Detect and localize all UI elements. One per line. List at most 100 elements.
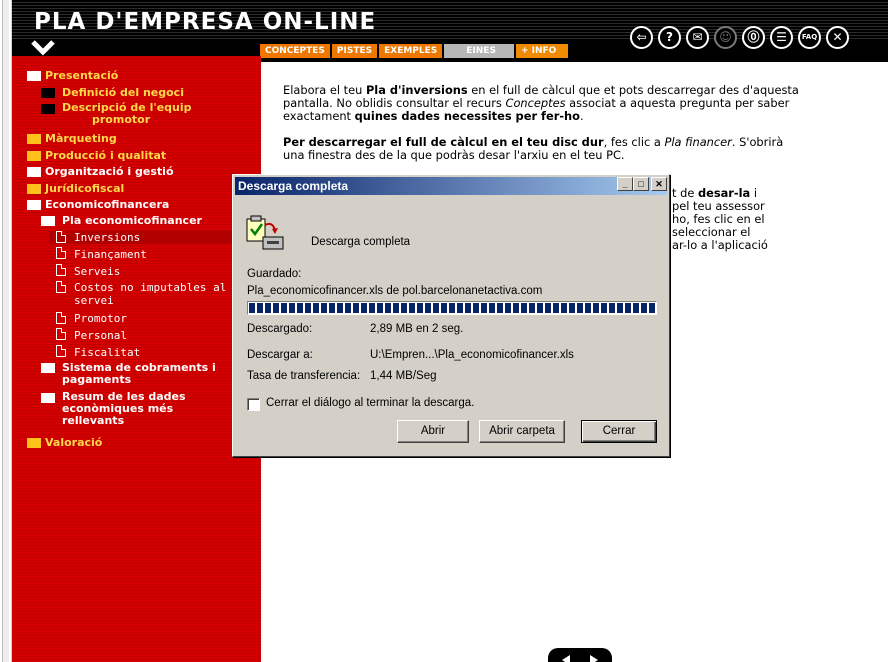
text-bold: Per descarregar el full de càlcul en el … [283, 135, 604, 149]
tab-conceptes[interactable]: CONCEPTES [260, 44, 330, 58]
header-icon-bar: ⇦ ? ✉ ☺ ⓪ ☰ FAQ ✕ [630, 26, 849, 49]
open-folder-button[interactable]: Abrir carpeta [479, 420, 565, 443]
link-conceptes[interactable]: Conceptes [506, 96, 566, 110]
folder-icon [27, 438, 41, 448]
text-bold: quines dades necessites per fer-ho [354, 109, 580, 123]
attach-icon[interactable]: ⓪ [742, 26, 765, 49]
folder-icon [27, 134, 41, 144]
tab-info[interactable]: + INFO [515, 44, 568, 58]
download-to-label: Descargar a: [247, 349, 313, 361]
close-dialog-button[interactable]: Cerrar [581, 420, 657, 443]
paragraph-intro: Elabora el teu Pla d'inversions en el fu… [283, 84, 803, 123]
notes-icon[interactable]: ☰ [770, 26, 793, 49]
dialog-title: Descarga completa [235, 177, 667, 195]
folder-icon [41, 363, 55, 373]
frame-edge-inner [2, 0, 9, 662]
sidebar-item-descripcio-line2: promotor [92, 113, 151, 126]
folder-open-icon [27, 200, 41, 210]
sidebar-item-presentacio[interactable]: Presentació [45, 70, 118, 82]
close-dialog-checkbox-label[interactable]: Cerrar el diálogo al terminar la descarg… [266, 397, 474, 409]
sidebar-item-financament[interactable]: Finançament [74, 248, 147, 261]
tab-exemples[interactable]: EXEMPLES [379, 44, 443, 58]
saved-label: Guardado: [247, 268, 302, 280]
sidebar-item-inversions[interactable]: Inversions [74, 231, 140, 244]
sidebar-item-valoracio[interactable]: Valoració [45, 437, 102, 449]
sidebar-item-descripcio[interactable]: Descripció de l'equip promotor [62, 102, 192, 126]
mail-icon[interactable]: ✉ [686, 26, 709, 49]
download-progress-bar [247, 301, 657, 315]
text: t de [672, 186, 698, 200]
download-dialog: Descarga completa _ □ ✕ Descarga complet… [232, 174, 670, 457]
text-bold: Pla d'inversions [365, 83, 468, 97]
close-button[interactable]: ✕ [651, 177, 667, 191]
bottom-nav-arrows[interactable] [548, 648, 612, 662]
frame-edge [0, 0, 12, 662]
folder-icon [27, 151, 41, 161]
sidebar-item-pla-economicofinancer[interactable]: Pla economicofinancer [62, 215, 202, 227]
sidebar-item-resum-line3: rellevants [62, 414, 125, 427]
tab-eines: EINES [444, 44, 514, 58]
chevron-down-icon[interactable] [31, 40, 55, 56]
open-button[interactable]: Abrir [397, 420, 469, 443]
downloaded-value: 2,89 MB en 2 seg. [370, 323, 464, 335]
tab-bar: CONCEPTES PISTES EXEMPLES EINES + INFO [260, 44, 570, 58]
sidebar-item-resum[interactable]: Resum de les dades econòmiques més relle… [62, 391, 186, 427]
help-icon[interactable]: ? [658, 26, 681, 49]
app-title: PLA D'EMPRESA ON-LINE [34, 9, 377, 35]
sidebar-item-promotor[interactable]: Promotor [74, 312, 127, 325]
document-icon [56, 231, 66, 243]
paragraph-download: Per descarregar el full de càlcul en el … [283, 136, 803, 162]
sidebar-item-serveis[interactable]: Serveis [74, 265, 120, 278]
document-icon [56, 264, 66, 276]
text: i [750, 186, 758, 200]
download-to-value: U:\Empren...\Pla_economicofinancer.xls [370, 349, 574, 361]
folder-icon [41, 88, 55, 98]
sidebar-item-produccio[interactable]: Producció i qualitat [45, 150, 166, 162]
folder-icon [27, 167, 41, 177]
paragraph-save-partial: t de desar-la i pel teu assessor ho, fes… [672, 187, 802, 252]
folder-open-icon [41, 216, 55, 226]
saved-value: Pla_economicofinancer.xls de pol.barcelo… [247, 285, 543, 297]
folder-icon [41, 393, 55, 403]
sidebar-item-costos-line1: Costos no imputables al [74, 281, 227, 294]
download-complete-icon [246, 215, 284, 250]
sidebar-item-economicofinancera[interactable]: Economicofinancera [45, 199, 169, 211]
sidebar-item-marqueting[interactable]: Màrqueting [45, 133, 117, 145]
sidebar-item-definicio[interactable]: Definició del negoci [62, 87, 184, 99]
dialog-title-buttons: _ □ ✕ [617, 177, 667, 191]
link-pla-financer[interactable]: Pla financer [664, 135, 731, 149]
sidebar-item-sistema[interactable]: Sistema de cobraments i pagaments [62, 362, 216, 386]
text: Elabora el teu [283, 83, 366, 97]
sidebar-item-fiscalitat[interactable]: Fiscalitat [74, 346, 140, 359]
sidebar-item-personal[interactable]: Personal [74, 329, 127, 342]
main-content: Elabora el teu Pla d'inversions en el fu… [283, 84, 803, 175]
document-icon [56, 247, 66, 259]
text-bold: desar-la [697, 186, 751, 200]
document-icon [56, 312, 66, 324]
document-icon [56, 345, 66, 357]
sidebar-item-costos[interactable]: Costos no imputables al servei [74, 281, 226, 307]
download-progress-fill [249, 303, 655, 313]
folder-open-icon [27, 71, 41, 81]
maximize-button[interactable]: □ [633, 177, 649, 191]
minimize-button[interactable]: _ [617, 177, 633, 191]
text-line: ar-lo a l'aplicació [672, 238, 768, 252]
folder-icon [27, 184, 41, 194]
rate-value: 1,44 MB/Seg [370, 370, 437, 382]
downloaded-label: Descargado: [247, 323, 313, 335]
tab-pistes[interactable]: PISTES [331, 44, 378, 58]
text: . [579, 109, 584, 123]
close-dialog-checkbox[interactable] [247, 398, 260, 411]
document-icon [56, 328, 66, 340]
faq-icon[interactable]: FAQ [798, 26, 821, 49]
dialog-heading: Descarga completa [311, 236, 411, 248]
rate-label: Tasa de transferencia: [247, 370, 361, 382]
sidebar-item-organitzacio[interactable]: Organització i gestió [45, 166, 174, 178]
back-icon[interactable]: ⇦ [630, 26, 653, 49]
text: , fes clic a [603, 135, 665, 149]
user-icon: ☺ [714, 26, 737, 49]
document-icon [56, 281, 66, 293]
close-icon[interactable]: ✕ [826, 26, 849, 49]
sidebar-item-costos-line2: servei [74, 294, 114, 307]
sidebar-item-juridicofiscal[interactable]: Jurídicofiscal [45, 183, 124, 195]
